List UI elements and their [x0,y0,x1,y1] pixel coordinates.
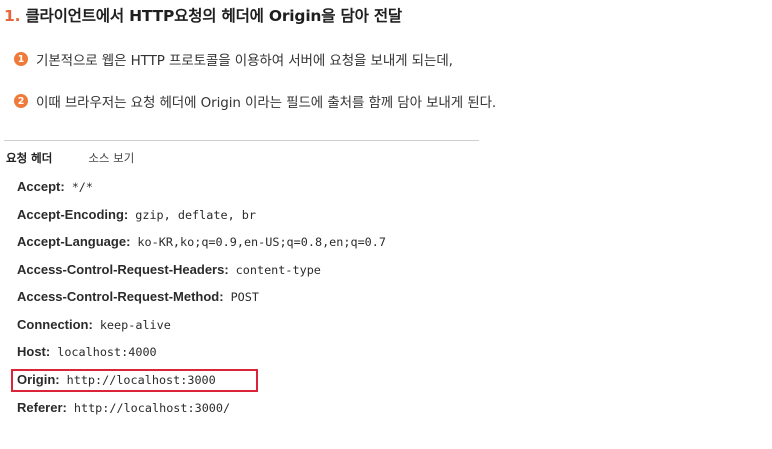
origin-highlight-box [11,369,258,392]
bullet-item: 1 기본적으로 웹은 HTTP 프로토콜을 이용하여 서버에 요청을 보내게 되… [14,49,453,69]
header-row-accept-encoding: Accept-Encoding: gzip, deflate, br [17,207,256,222]
header-name: Referer: [17,400,67,415]
view-source-link[interactable]: 소스 보기 [88,150,134,166]
number-badge-icon: 1 [14,52,28,66]
header-row-access-control-request-method: Access-Control-Request-Method: POST [17,289,259,304]
bullet-item: 2 이때 브라우저는 요청 헤더에 Origin 이라는 필드에 출처를 함께 … [14,91,496,111]
section-heading: 1. 클라이언트에서 HTTP요청의 헤더에 Origin을 담아 전달 [4,4,402,26]
header-value: gzip, deflate, br [135,208,256,222]
section-title: 클라이언트에서 HTTP요청의 헤더에 Origin을 담아 전달 [25,7,402,25]
header-name: Connection: [17,317,93,332]
bullet-text: 이때 브라우저는 요청 헤더에 Origin 이라는 필드에 출처를 함께 담아… [36,95,497,111]
section-number: 1. [4,7,21,25]
header-value: POST [230,290,259,304]
tab-request-headers: 요청 헤더 [6,151,53,165]
header-name: Access-Control-Request-Headers: [17,262,229,277]
header-value: */* [71,180,93,194]
header-row-access-control-request-headers: Access-Control-Request-Headers: content-… [17,262,321,277]
header-row-host: Host: localhost:4000 [17,344,157,359]
header-name: Accept-Language: [17,234,131,249]
header-row-accept: Accept: */* [17,179,93,194]
header-name: Accept: [17,179,65,194]
request-headers-tabs: 요청 헤더 소스 보기 [6,150,134,166]
header-name: Host: [17,344,51,359]
header-name: Access-Control-Request-Method: [17,289,224,304]
header-value: content-type [235,263,321,277]
divider [4,140,479,141]
number-badge-icon: 2 [14,94,28,108]
header-value: http://localhost:3000/ [73,401,231,415]
header-row-accept-language: Accept-Language: ko-KR,ko;q=0.9,en-US;q=… [17,234,386,249]
header-value: ko-KR,ko;q=0.9,en-US;q=0.8,en;q=0.7 [137,235,386,249]
header-row-referer: Referer: http://localhost:3000/ [17,400,230,415]
bullet-text: 기본적으로 웹은 HTTP 프로토콜을 이용하여 서버에 요청을 보내게 되는데… [36,53,453,69]
header-value: keep-alive [99,318,171,332]
header-name: Accept-Encoding: [17,207,129,222]
header-row-connection: Connection: keep-alive [17,317,171,332]
header-value: localhost:4000 [57,345,157,359]
